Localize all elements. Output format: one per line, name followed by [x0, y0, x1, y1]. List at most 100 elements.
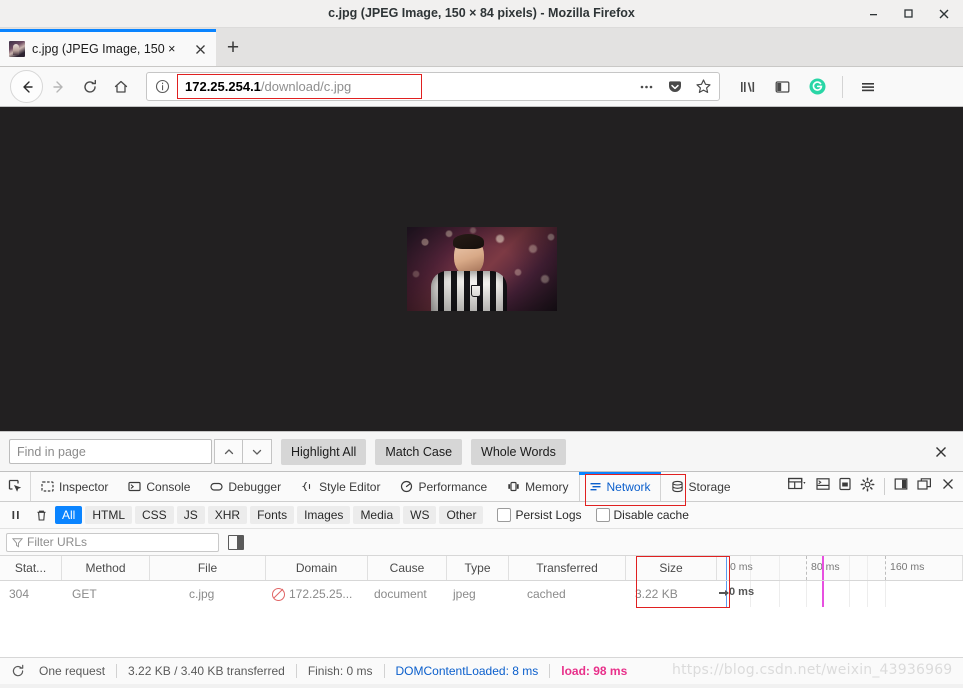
column-header-cause[interactable]: Cause: [368, 556, 447, 580]
persist-logs-checkbox[interactable]: Persist Logs: [497, 508, 582, 522]
column-header-type[interactable]: Type: [447, 556, 509, 580]
column-header-file[interactable]: File: [150, 556, 266, 580]
match-case-label: Match Case: [385, 444, 453, 459]
filter-chip-all[interactable]: All: [55, 506, 83, 524]
persist-logs-label: Persist Logs: [515, 508, 582, 522]
sidebar-icon[interactable]: [767, 71, 798, 102]
tab-close-icon[interactable]: [190, 39, 210, 59]
disable-cache-checkbox[interactable]: Disable cache: [595, 508, 689, 522]
close-button[interactable]: [934, 4, 953, 23]
table-row[interactable]: 304 GET c.jpg 172.25.25... document jpeg…: [0, 581, 963, 607]
forward-icon[interactable]: [43, 71, 74, 102]
tab-inspector[interactable]: Inspector: [31, 472, 118, 501]
filter-chip-html[interactable]: HTML: [85, 506, 133, 524]
cell-transferred: cached: [527, 587, 566, 601]
disable-cache-box[interactable]: [595, 508, 610, 522]
filter-urls-input[interactable]: Filter URLs: [6, 532, 219, 552]
find-next-button[interactable]: [243, 439, 272, 464]
find-navigation: [214, 439, 272, 464]
blocked-cache-icon: [272, 587, 285, 601]
filter-chip-media[interactable]: Media: [353, 506, 401, 524]
filter-chip-ws[interactable]: WS: [403, 506, 437, 524]
whole-words-button[interactable]: Whole Words: [471, 438, 566, 465]
filter-chip-js[interactable]: JS: [176, 506, 205, 524]
tab-title: c.jpg (JPEG Image, 150 ×: [32, 42, 176, 56]
status-request-count: One request: [39, 664, 106, 678]
bookmark-star-icon[interactable]: [695, 78, 712, 95]
tab-console[interactable]: Console: [118, 472, 200, 501]
account-icon[interactable]: [802, 71, 833, 102]
debugger-icon: [210, 480, 223, 493]
dock-side-icon[interactable]: [894, 477, 908, 496]
tab-memory[interactable]: Memory: [497, 472, 578, 501]
find-previous-button[interactable]: [214, 439, 243, 464]
home-icon[interactable]: [105, 71, 136, 102]
timeline-header: 80 ms 160 ms 0 ms: [717, 556, 963, 580]
browser-tab[interactable]: c.jpg (JPEG Image, 150 ×: [0, 29, 216, 66]
filter-chip-images[interactable]: Images: [297, 506, 351, 524]
new-tab-button[interactable]: +: [216, 29, 250, 66]
page-content: [0, 107, 963, 431]
highlight-all-button[interactable]: Highlight All: [281, 438, 367, 465]
firefox-window: c.jpg (JPEG Image, 150 × 84 pixels) - Mo…: [0, 0, 963, 688]
responsive-design-icon[interactable]: [788, 477, 807, 496]
pocket-icon[interactable]: [667, 79, 683, 95]
status-dom-content-loaded: DOMContentLoaded: 8 ms: [395, 664, 539, 678]
network-status-bar: One request 3.22 KB / 3.40 KB transferre…: [0, 657, 963, 684]
minimize-button[interactable]: [864, 4, 883, 23]
match-case-button[interactable]: Match Case: [375, 438, 463, 465]
tab-network[interactable]: Network: [578, 472, 661, 501]
filter-chip-xhr[interactable]: XHR: [207, 506, 248, 524]
tab-performance-label: Performance: [418, 479, 488, 494]
cell-status: 304: [9, 587, 30, 601]
find-close-icon[interactable]: [928, 439, 954, 465]
url-actions: [628, 78, 712, 95]
column-header-method[interactable]: Method: [62, 556, 150, 580]
viewed-image[interactable]: [406, 227, 557, 311]
library-icon[interactable]: [732, 71, 763, 102]
filter-chip-css[interactable]: CSS: [135, 506, 174, 524]
tab-performance[interactable]: Performance: [390, 472, 497, 501]
close-devtools-icon[interactable]: [941, 477, 955, 496]
column-header-transferred[interactable]: Transferred: [509, 556, 626, 580]
maximize-button[interactable]: [899, 4, 918, 23]
console-icon: [128, 480, 141, 493]
page-actions-icon[interactable]: [638, 78, 655, 95]
performance-icon: [400, 480, 413, 493]
column-header-status[interactable]: Stat...: [0, 556, 62, 580]
waterfall-duration: 0 ms: [729, 586, 755, 598]
network-url-filter-row: Filter URLs: [0, 529, 963, 556]
cell-size: 3.22 KB: [635, 587, 678, 601]
cell-file: c.jpg: [189, 587, 215, 601]
split-console-icon[interactable]: [816, 477, 830, 496]
network-icon: [589, 480, 602, 493]
back-icon[interactable]: [10, 70, 43, 103]
find-input[interactable]: Find in page: [9, 439, 212, 464]
tab-style-editor[interactable]: Style Editor: [291, 472, 390, 501]
url-bar[interactable]: 172.25.254.1/download/c.jpg: [146, 72, 720, 101]
persist-logs-box[interactable]: [497, 508, 512, 522]
dock-window-icon[interactable]: [917, 477, 932, 496]
reload-icon[interactable]: [74, 71, 105, 102]
hamburger-menu-icon[interactable]: [852, 71, 883, 102]
column-header-domain[interactable]: Domain: [266, 556, 368, 580]
trash-icon[interactable]: [30, 505, 52, 525]
table-header-row: Stat... Method File Domain Cause Type Tr…: [0, 556, 963, 581]
filter-chip-fonts[interactable]: Fonts: [250, 506, 295, 524]
element-picker-icon[interactable]: [0, 472, 31, 501]
reload-requests-icon[interactable]: [8, 664, 28, 678]
page-info-icon[interactable]: [154, 78, 171, 95]
network-requests-table: Stat... Method File Domain Cause Type Tr…: [0, 556, 963, 657]
settings-gear-icon[interactable]: [860, 477, 875, 497]
tab-storage[interactable]: Storage: [661, 472, 741, 501]
url-host: 172.25.254.1: [185, 79, 261, 94]
timeline-tick-1: 160 ms: [890, 561, 925, 573]
screenshot-icon[interactable]: [839, 477, 851, 496]
network-sidebar-toggle-icon[interactable]: [228, 534, 244, 550]
pause-icon[interactable]: [5, 505, 27, 525]
tab-console-label: Console: [146, 479, 191, 494]
column-header-size[interactable]: Size: [626, 556, 717, 580]
status-transferred: 3.22 KB / 3.40 KB transferred: [128, 664, 285, 678]
tab-debugger[interactable]: Debugger: [200, 472, 291, 501]
filter-chip-other[interactable]: Other: [439, 506, 484, 524]
